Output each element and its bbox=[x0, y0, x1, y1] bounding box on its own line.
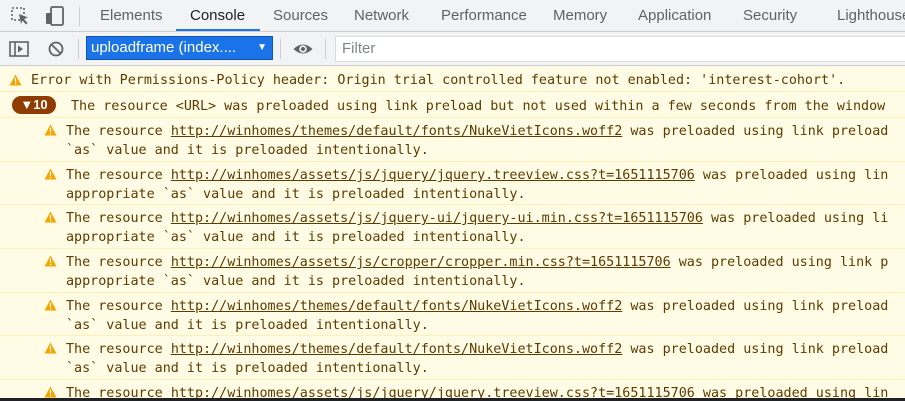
context-select-value: uploadframe (index.... bbox=[91, 39, 237, 56]
permissions-policy-error-text: Error with Permissions-Policy header: Or… bbox=[31, 73, 846, 88]
warning-icon bbox=[9, 74, 22, 86]
toolbar-separator bbox=[280, 39, 281, 59]
warning-icon bbox=[44, 386, 57, 398]
resource-url-link[interactable]: http://winhomes/themes/default/fonts/Nuk… bbox=[171, 299, 622, 314]
message-text: was preloaded using link preload bbox=[622, 342, 889, 357]
message-text: was preloaded using link preload bbox=[622, 299, 889, 314]
tab-elements[interactable]: Elements bbox=[100, 0, 163, 32]
tab-security[interactable]: Security bbox=[743, 0, 797, 32]
console-warning-message: The resource http://winhomes/assets/js/c… bbox=[0, 249, 905, 293]
warning-icon bbox=[44, 124, 57, 136]
group-message-text: The resource <URL> was preloaded using l… bbox=[71, 99, 886, 114]
console-messages: Error with Permissions-Policy header: Or… bbox=[0, 66, 905, 399]
message-text: The resource bbox=[66, 168, 171, 183]
console-warning-message: The resource http://winhomes/themes/defa… bbox=[0, 336, 905, 380]
console-toolbar: uploadframe (index.... ▼ Filter bbox=[0, 32, 905, 66]
warning-icon bbox=[44, 211, 57, 223]
message-text-line2: appropriate `as` value and it is preload… bbox=[66, 230, 526, 245]
tab-sources[interactable]: Sources bbox=[273, 0, 328, 32]
message-text: was preloaded using link p bbox=[670, 255, 889, 270]
message-text: The resource bbox=[66, 255, 171, 270]
console-warning-message: The resource http://winhomes/assets/js/j… bbox=[0, 380, 905, 399]
console-warning-message: Error with Permissions-Policy header: Or… bbox=[0, 66, 905, 92]
javascript-context-select[interactable]: uploadframe (index.... ▼ bbox=[86, 36, 273, 60]
devtools-tab-bar: Elements Console Sources Network Perform… bbox=[0, 0, 905, 32]
warning-icon bbox=[44, 342, 57, 354]
tabbar-separator bbox=[79, 7, 80, 26]
warning-icon bbox=[44, 299, 57, 311]
console-warning-message: The resource http://winhomes/themes/defa… bbox=[0, 118, 905, 162]
console-sidebar-icon[interactable] bbox=[8, 38, 30, 60]
toolbar-separator bbox=[78, 39, 79, 59]
resource-url-link[interactable]: http://winhomes/assets/js/jquery-ui/jque… bbox=[171, 211, 703, 226]
tab-memory[interactable]: Memory bbox=[553, 0, 607, 32]
message-text: was preloaded using lin bbox=[694, 168, 889, 183]
resource-url-link[interactable]: http://winhomes/themes/default/fonts/Nuk… bbox=[171, 342, 622, 357]
message-text: The resource bbox=[66, 342, 171, 357]
message-text: The resource bbox=[66, 124, 171, 139]
console-warning-message: The resource http://winhomes/assets/js/j… bbox=[0, 162, 905, 205]
live-expression-eye-icon[interactable] bbox=[292, 38, 314, 60]
warning-icon bbox=[44, 168, 57, 180]
tab-console[interactable]: Console bbox=[190, 0, 245, 32]
resource-url-link[interactable]: http://winhomes/assets/js/jquery/jquery.… bbox=[171, 168, 695, 183]
message-text-line2: appropriate `as` value and it is preload… bbox=[66, 274, 526, 289]
console-warning-message: The resource http://winhomes/themes/defa… bbox=[0, 293, 905, 336]
tab-application[interactable]: Application bbox=[638, 0, 711, 32]
message-text-line2: appropriate `as` value and it is preload… bbox=[66, 187, 526, 202]
message-text-line2: `as` value and it is preloaded intention… bbox=[66, 361, 429, 376]
tab-network[interactable]: Network bbox=[354, 0, 409, 32]
message-text: was preloaded using link preload bbox=[622, 124, 889, 139]
dropdown-arrow-icon: ▼ bbox=[257, 42, 267, 53]
message-text: The resource bbox=[66, 211, 171, 226]
filter-input[interactable]: Filter bbox=[335, 36, 905, 62]
resource-url-link[interactable]: http://winhomes/themes/default/fonts/Nuk… bbox=[171, 124, 622, 139]
console-message-group[interactable]: ▼10 The resource <URL> was preloaded usi… bbox=[0, 92, 905, 118]
toolbar-separator bbox=[325, 39, 326, 59]
warning-icon bbox=[44, 255, 57, 267]
active-tab-indicator bbox=[176, 29, 260, 31]
resource-url-link[interactable]: http://winhomes/assets/js/cropper/croppe… bbox=[171, 255, 671, 270]
repeat-count-badge[interactable]: ▼10 bbox=[12, 96, 56, 114]
console-warning-message: The resource http://winhomes/assets/js/j… bbox=[0, 205, 905, 249]
tab-performance[interactable]: Performance bbox=[441, 0, 527, 32]
tab-lighthouse[interactable]: Lighthouse bbox=[837, 0, 905, 32]
message-text: The resource bbox=[66, 299, 171, 314]
inspect-element-icon[interactable] bbox=[10, 5, 32, 27]
message-text-line2: `as` value and it is preloaded intention… bbox=[66, 143, 429, 158]
message-text: was preloaded using li bbox=[702, 211, 889, 226]
message-text-line2: `as` value and it is preloaded intention… bbox=[66, 318, 429, 333]
clear-console-icon[interactable] bbox=[45, 38, 67, 60]
device-toolbar-icon[interactable] bbox=[44, 5, 66, 27]
